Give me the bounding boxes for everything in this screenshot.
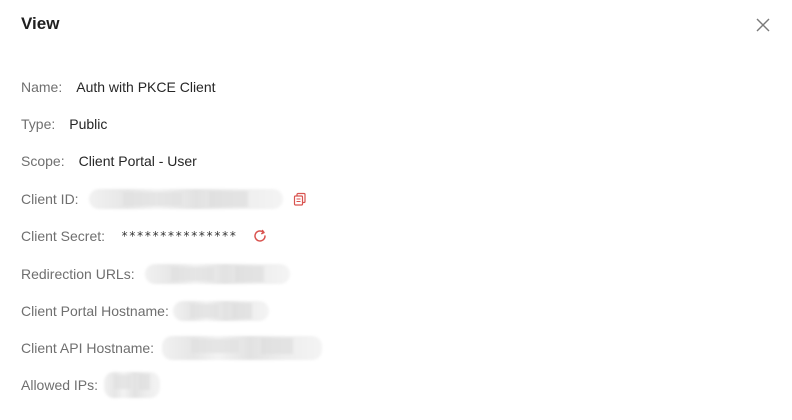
field-client-id-label: Client ID: xyxy=(21,191,79,207)
view-dialog: View Name: Auth with PKCE Client Type: P… xyxy=(0,0,792,420)
field-client-api-hostname: Client API Hostname: xyxy=(21,336,323,360)
field-scope: Scope: Client Portal - User xyxy=(21,150,197,172)
field-client-secret-label: Client Secret: xyxy=(21,228,106,244)
refresh-secret-button[interactable] xyxy=(251,227,269,245)
copy-icon xyxy=(293,192,306,206)
client-id-redacted xyxy=(88,189,283,209)
field-type-value: Public xyxy=(69,116,108,132)
field-allowed-ips-label: Allowed IPs: xyxy=(21,377,99,393)
copy-client-id-button[interactable] xyxy=(291,190,309,208)
field-name-value: Auth with PKCE Client xyxy=(76,79,216,95)
field-name: Name: Auth with PKCE Client xyxy=(21,76,216,98)
field-client-portal-hostname: Client Portal Hostname: xyxy=(21,300,269,322)
field-client-api-hostname-label: Client API Hostname: xyxy=(21,340,155,356)
allowed-ips-redacted xyxy=(104,372,161,398)
close-button[interactable] xyxy=(754,16,772,34)
field-client-id: Client ID: xyxy=(21,188,309,210)
field-type-label: Type: xyxy=(21,116,56,132)
refresh-icon xyxy=(254,229,266,242)
redirection-urls-redacted xyxy=(144,264,290,284)
field-allowed-ips: Allowed IPs: xyxy=(21,372,161,398)
client-portal-hostname-redacted xyxy=(172,301,269,321)
field-redirection-urls: Redirection URLs: xyxy=(21,263,290,285)
field-scope-label: Scope: xyxy=(21,153,65,169)
close-icon xyxy=(756,18,770,32)
field-client-portal-hostname-label: Client Portal Hostname: xyxy=(21,303,169,319)
field-type: Type: Public xyxy=(21,113,107,135)
client-secret-masked: *************** xyxy=(121,229,237,243)
field-client-secret: Client Secret: *************** xyxy=(21,225,269,247)
field-name-label: Name: xyxy=(21,79,63,95)
field-redirection-urls-label: Redirection URLs: xyxy=(21,266,135,282)
dialog-title: View xyxy=(21,14,60,33)
client-api-hostname-redacted xyxy=(162,336,323,360)
field-scope-value: Client Portal - User xyxy=(78,153,197,169)
